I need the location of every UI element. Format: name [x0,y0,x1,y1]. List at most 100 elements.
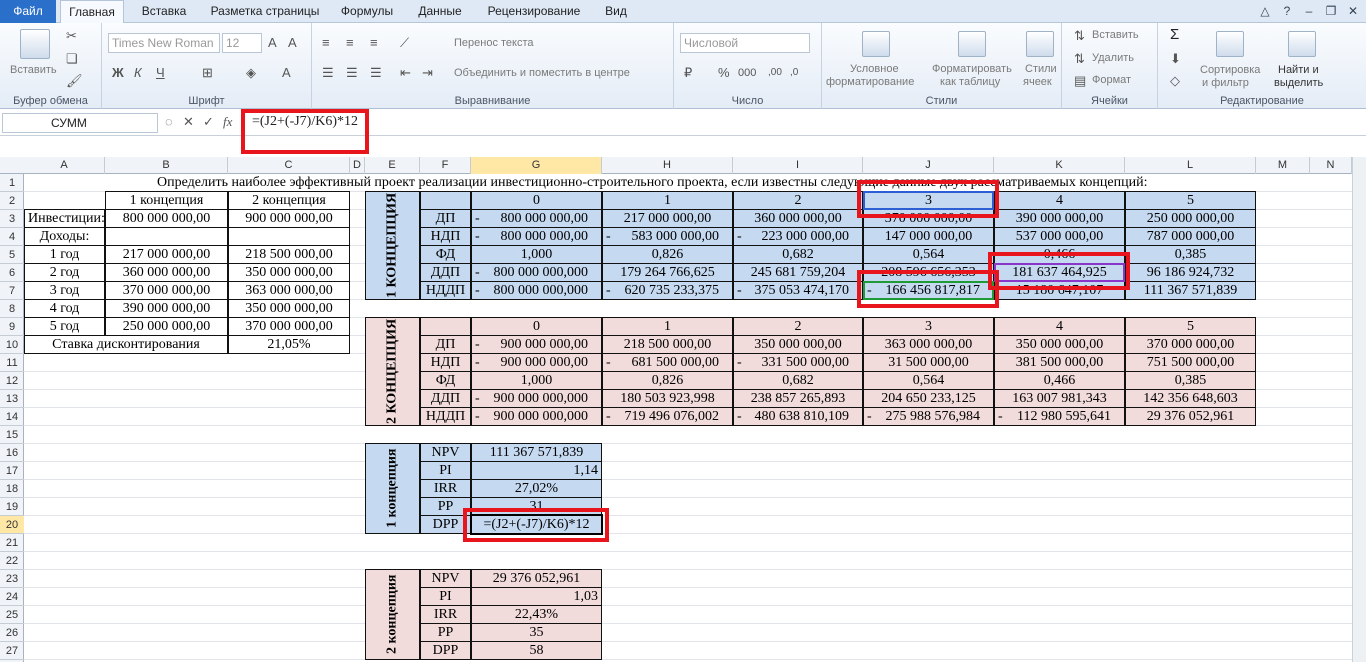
kpi-label[interactable]: IRR [420,479,471,498]
value-cell[interactable]: 218 500 000,00 [602,335,733,354]
format-table-line1[interactable]: Форматировать [932,63,1012,75]
kpi-value[interactable]: 58 [471,641,602,660]
tab-view[interactable]: Вид [596,0,636,23]
font-size-select[interactable]: 12 [222,33,262,53]
increase-indent-icon[interactable]: ⇥ [422,65,433,81]
column-header-n[interactable]: N [1310,157,1352,174]
value-cell[interactable]: 537 000 000,00 [994,227,1125,246]
value-cell[interactable]: 179 264 766,625 [602,263,733,282]
format-painter-icon[interactable]: 🖌 [66,73,83,89]
insert-cells-button[interactable]: Вставить [1092,29,1139,41]
sort-filter-icon[interactable] [1216,31,1244,57]
period-header[interactable]: 3 [863,317,994,336]
row-header-21[interactable]: 21 [0,534,24,552]
sort-filter-line2[interactable]: и фильтр [1202,77,1249,89]
align-top-icon[interactable]: ≡ [322,35,330,51]
format-table-line2[interactable]: как таблицу [940,76,1000,88]
row-header-24[interactable]: 24 [0,588,24,606]
delete-cells-button[interactable]: Удалить [1092,52,1134,64]
row-label[interactable]: ФД [420,371,471,390]
align-bottom-icon[interactable]: ≡ [370,35,378,51]
bold-icon[interactable]: Ж [112,65,124,81]
help-icon[interactable]: ? [1278,2,1296,20]
value-cell[interactable]: -900 000 000,000 [471,389,602,408]
row-header-26[interactable]: 26 [0,624,24,642]
period-header[interactable]: 5 [1125,317,1256,336]
row-label[interactable]: НДП [420,227,471,246]
row-header-10[interactable]: 10 [0,336,24,354]
value-cell[interactable]: 111 367 571,839 [1125,281,1256,300]
comma-style-icon[interactable]: 000 [738,65,756,81]
value-cell[interactable]: 0,564 [863,245,994,264]
column-header-h[interactable]: H [602,157,733,174]
value-cell[interactable]: 180 503 923,998 [602,389,733,408]
row-label[interactable]: ДДП [420,263,471,282]
value-cell[interactable]: 1,000 [471,245,602,264]
period-header[interactable]: 5 [1125,191,1256,210]
sheet-title[interactable]: Определить наиболее эффективный проект р… [154,174,1154,192]
row-header-7[interactable]: 7 [0,282,24,300]
row-header-22[interactable]: 22 [0,552,24,570]
period-header[interactable]: 1 [602,191,733,210]
period-header[interactable]: 4 [994,191,1125,210]
row-header-6[interactable]: 6 [0,264,24,282]
year-label[interactable]: 1 год [24,245,105,264]
font-color-icon[interactable]: A [282,65,291,81]
kpi-label[interactable]: NPV [420,569,471,588]
font-name-select[interactable]: Times New Roman [108,33,220,53]
income-1[interactable]: 370 000 000,00 [105,281,228,300]
value-cell[interactable]: - 223 000 000,00 [733,227,863,246]
value-cell[interactable]: - 900 000 000,00 [471,353,602,372]
income-2[interactable]: 363 000 000,00 [228,281,350,300]
increase-decimal-icon[interactable]: ,00 [768,65,782,81]
vertical-scrollbar[interactable] [1352,157,1366,662]
fill-color-icon[interactable]: ◈ [246,65,256,81]
value-cell[interactable]: 350 000 000,00 [733,335,863,354]
value-cell[interactable]: 370 000 000,00 [1125,335,1256,354]
row-label[interactable]: НДДП [420,407,471,426]
tab-review[interactable]: Рецензирование [482,0,586,23]
expand-icon[interactable]: ◌ [165,114,173,129]
column-header-b[interactable]: B [105,157,228,174]
close-icon[interactable]: ✕ [1344,2,1362,20]
align-left-icon[interactable]: ☰ [322,65,334,81]
sort-filter-line1[interactable]: Сортировка [1200,64,1260,76]
value-cell[interactable]: -166 456 817,817 [863,281,994,300]
period-header[interactable]: 2 [733,317,863,336]
underline-icon[interactable]: Ч [156,65,165,81]
value-cell[interactable]: 142 356 648,603 [1125,389,1256,408]
row-header-9[interactable]: 9 [0,318,24,336]
kpi-value[interactable]: 22,43% [471,605,602,624]
borders-icon[interactable]: ⊞ [202,65,213,81]
value-cell[interactable]: -800 000 000,000 [471,281,602,300]
column-header-d[interactable]: D [350,157,365,174]
discount-rate[interactable]: 21,05% [228,335,350,354]
row-header-23[interactable]: 23 [0,570,24,588]
year-label[interactable]: 4 год [24,299,105,318]
kpi-value[interactable]: 27,02% [471,479,602,498]
conditional-format-icon[interactable] [862,31,890,57]
row-header-18[interactable]: 18 [0,480,24,498]
italic-icon[interactable]: К [134,65,142,81]
column-header-m[interactable]: M [1256,157,1310,174]
kpi-value[interactable]: 29 376 052,961 [471,569,602,588]
value-cell[interactable]: 381 500 000,00 [994,353,1125,372]
row-header-27[interactable]: 27 [0,642,24,660]
header-concept-1[interactable]: 1 концепция [105,191,228,210]
paste-button[interactable]: Вставить [10,64,57,76]
kpi-label[interactable]: NPV [420,443,471,462]
row-header-4[interactable]: 4 [0,228,24,246]
column-header-g[interactable]: G [471,157,602,174]
kpi-label[interactable]: DPP [420,515,471,534]
value-cell[interactable]: - 900 000 000,00 [471,335,602,354]
tab-insert[interactable]: Вставка [132,0,196,23]
currency-icon[interactable]: ₽ [684,65,692,81]
value-cell[interactable]: - 583 000 000,00 [602,227,733,246]
income-2[interactable]: 350 000 000,00 [228,299,350,318]
collapse-ribbon-icon[interactable]: △ [1256,2,1274,20]
year-label[interactable]: 5 год [24,317,105,336]
kpi-label[interactable]: DPP [420,641,471,660]
value-cell[interactable]: 31 500 000,00 [863,353,994,372]
row-header-20[interactable]: 20 [0,516,24,534]
year-label[interactable]: 2 год [24,263,105,282]
